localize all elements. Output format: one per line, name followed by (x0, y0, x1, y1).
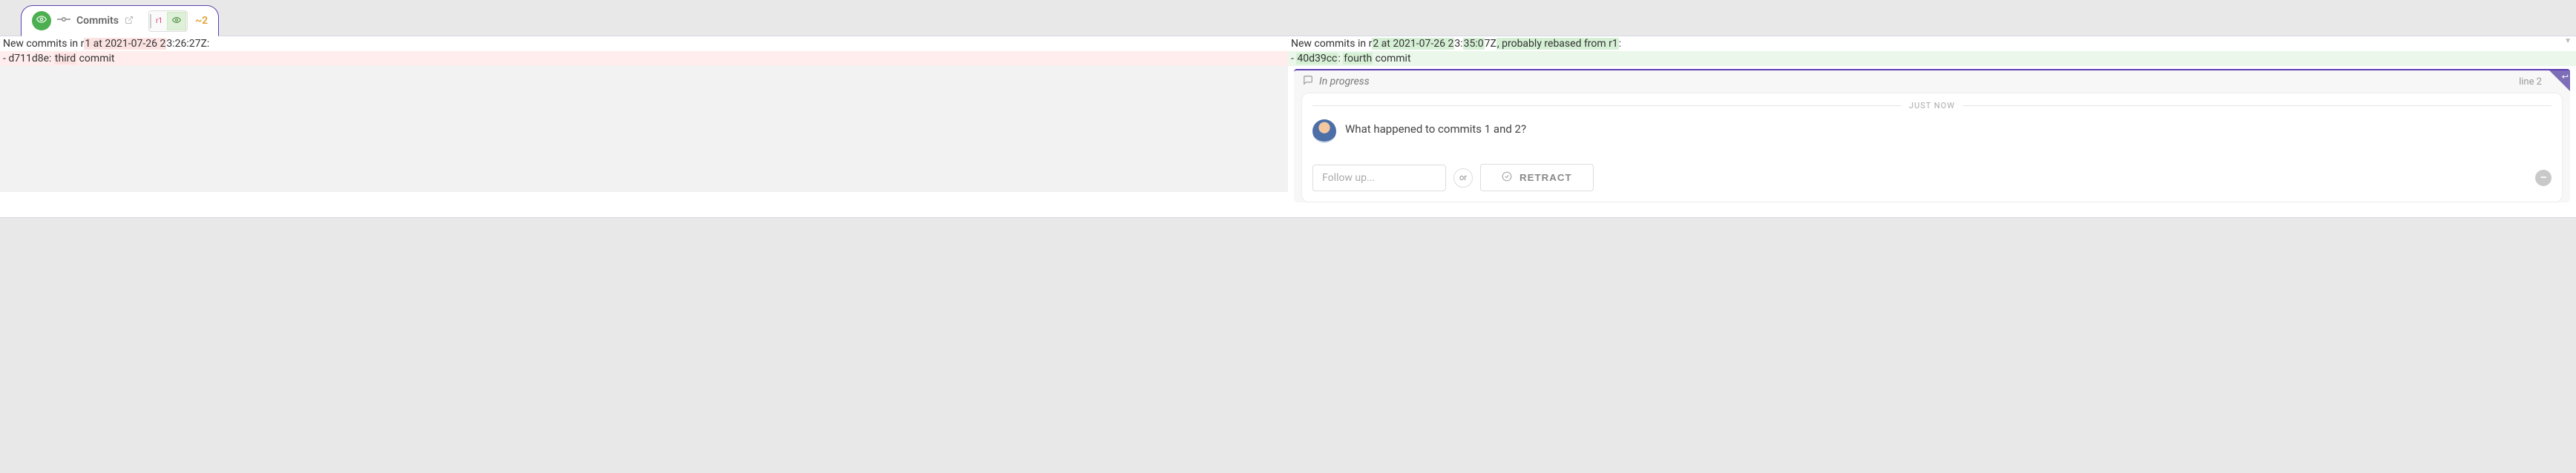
text: New commits in r (3, 38, 84, 50)
thread-body: JUST NOW What happened to commits 1 and … (1301, 93, 2563, 202)
revision-label: r1 (150, 14, 167, 28)
diff-right-pane: New commits in r2 at 2021-07-26 23:35:07… (1288, 36, 2576, 217)
revision-chip[interactable]: r1 (148, 10, 188, 32)
diff-line: New commits in r1 at 2021-07-26 23:26:27… (0, 36, 1288, 51)
hl-text: 40d39cc (1296, 53, 1338, 64)
diff-container: New commits in r1 at 2021-07-26 23:26:27… (0, 36, 2576, 218)
diff-line-added: - 40d39cc: fourth commit (1288, 51, 2576, 66)
commits-tab[interactable]: Commits r1 ~2 (21, 5, 219, 36)
comment-icon (1303, 75, 1313, 88)
hl-text: , probably rebased from r1 (1496, 38, 1619, 50)
hl-text: 2 at 2021-07-26 2 (1372, 38, 1454, 50)
hl-text: fourth (1343, 53, 1373, 64)
check-circle-icon (1502, 171, 1512, 184)
placeholder-text: Follow up... (1322, 172, 1375, 184)
thread-container: ↩ In progress line 2 JUST NOW (1288, 69, 2576, 217)
comment-thread: ↩ In progress line 2 JUST NOW (1294, 69, 2570, 202)
corner-flag[interactable]: ↩ (2549, 70, 2570, 91)
diff-lines: New commits in r1 at 2021-07-26 23:26:27… (0, 36, 1288, 66)
diff-left-pane: New commits in r1 at 2021-07-26 23:26:27… (0, 36, 1288, 217)
chevron-down-icon[interactable]: ▼ (2564, 37, 2572, 45)
text: - d711d8e: (3, 53, 54, 64)
tab-label: Commits (76, 15, 119, 27)
follow-up-input[interactable]: Follow up... (1312, 165, 1446, 191)
or-separator: or (1453, 168, 1473, 188)
tab-bar: Commits r1 ~2 ▼ (0, 0, 2576, 36)
diff-line-removed: - d711d8e: third commit (0, 51, 1288, 66)
comment-row: What happened to commits 1 and 2? (1312, 119, 2552, 143)
comment-text: What happened to commits 1 and 2? (1345, 119, 1526, 136)
text: commit (76, 53, 114, 64)
thread-status: In progress (1319, 76, 1370, 87)
diff-filler (0, 66, 1288, 192)
eye-icon (36, 14, 47, 27)
external-link-icon[interactable] (125, 16, 134, 27)
diff-delta-count: ~2 (195, 15, 208, 27)
retract-button[interactable]: RETRACT (1480, 164, 1594, 191)
text: 3:26:27Z: (166, 38, 209, 50)
text: New commits in r (1291, 38, 1372, 50)
thread-actions: Follow up... or RETRACT – (1312, 164, 2552, 191)
text: : (1619, 38, 1621, 50)
diff-line: New commits in r2 at 2021-07-26 23:35:07… (1288, 36, 2576, 51)
collapse-icon[interactable]: – (2535, 170, 2552, 186)
hl-text: third (54, 53, 76, 64)
git-commit-icon (57, 14, 70, 27)
reply-icon: ↩ (2562, 72, 2569, 82)
thread-header: In progress line 2 (1294, 70, 2570, 93)
avatar[interactable] (1312, 119, 1336, 143)
diff-lines: New commits in r2 at 2021-07-26 23:35:07… (1288, 36, 2576, 66)
review-status-icon (32, 11, 51, 30)
timeline-label: JUST NOW (1902, 101, 1962, 110)
text: commit (1373, 53, 1410, 64)
retract-label: RETRACT (1519, 172, 1572, 183)
hl-text: 1 at 2021-07-26 2 (84, 38, 166, 50)
text: 7Z (1485, 38, 1496, 50)
page-root: Commits r1 ~2 ▼ New commits in r1 at 202… (0, 0, 2576, 218)
diff-split-view: New commits in r1 at 2021-07-26 23:26:27… (0, 36, 2576, 217)
text: 3: (1454, 38, 1462, 50)
timeline-separator: JUST NOW (1312, 101, 2552, 110)
hl-text: 35:0 (1463, 38, 1485, 50)
eye-icon (167, 12, 186, 30)
